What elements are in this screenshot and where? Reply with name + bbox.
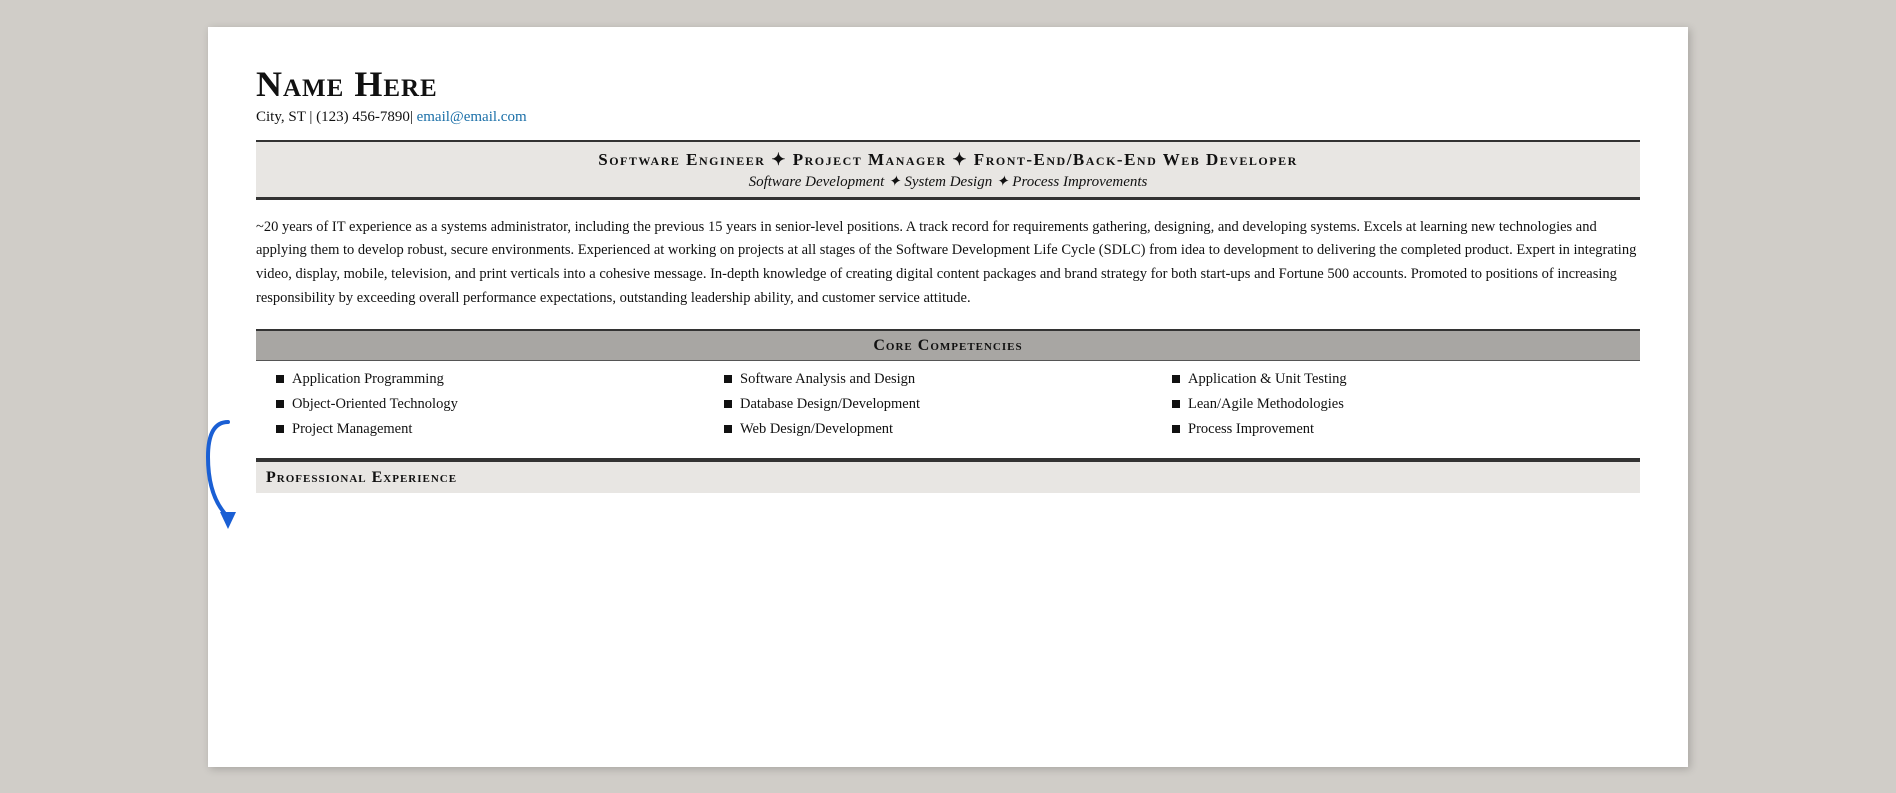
header-contact: City, ST | (123) 456-7890| email@email.c…	[256, 109, 1640, 126]
competencies-header: Core Competencies	[256, 331, 1640, 361]
banner-separator	[256, 198, 1640, 200]
competency-label: Lean/Agile Methodologies	[1188, 396, 1344, 413]
title-banner-line1: Software Engineer ✦ Project Manager ✦ Fr…	[266, 150, 1630, 170]
competencies-col-3: Application & Unit Testing Lean/Agile Me…	[1172, 371, 1620, 446]
competency-label: Software Analysis and Design	[740, 371, 915, 388]
bullet-icon	[276, 375, 284, 383]
list-item: Lean/Agile Methodologies	[1172, 396, 1620, 413]
bullet-icon	[724, 425, 732, 433]
list-item: Process Improvement	[1172, 421, 1620, 438]
bullet-icon	[276, 400, 284, 408]
competency-label: Application Programming	[292, 371, 444, 388]
bullet-icon	[724, 400, 732, 408]
competencies-grid: Application Programming Object-Oriented …	[256, 361, 1640, 458]
bullet-icon	[724, 375, 732, 383]
resume-page: Name Here City, ST | (123) 456-7890| ema…	[208, 27, 1688, 767]
resume-name: Name Here	[256, 63, 1640, 105]
list-item: Web Design/Development	[724, 421, 1172, 438]
list-item: Application Programming	[276, 371, 724, 388]
list-item: Object-Oriented Technology	[276, 396, 724, 413]
competencies-section: Core Competencies Application Programmin…	[256, 329, 1640, 460]
list-item: Application & Unit Testing	[1172, 371, 1620, 388]
summary-paragraph: ~20 years of IT experience as a systems …	[256, 216, 1640, 312]
competencies-header-text: Core Competencies	[873, 337, 1022, 354]
title-banner-line2: Software Development ✦ System Design ✦ P…	[266, 172, 1630, 191]
bullet-icon	[1172, 425, 1180, 433]
competency-label: Process Improvement	[1188, 421, 1314, 438]
competencies-col-2: Software Analysis and Design Database De…	[724, 371, 1172, 446]
professional-experience-section: Professional Experience	[256, 460, 1640, 493]
bullet-icon	[1172, 375, 1180, 383]
competencies-col-1: Application Programming Object-Oriented …	[276, 371, 724, 446]
email-link[interactable]: email@email.com	[417, 109, 527, 125]
competency-label: Web Design/Development	[740, 421, 893, 438]
competency-label: Project Management	[292, 421, 412, 438]
list-item: Project Management	[276, 421, 724, 438]
competency-label: Database Design/Development	[740, 396, 920, 413]
list-item: Software Analysis and Design	[724, 371, 1172, 388]
professional-experience-title: Professional Experience	[266, 469, 457, 486]
professional-experience-header: Professional Experience	[256, 460, 1640, 493]
annotation-arrow	[198, 417, 248, 537]
bullet-icon	[1172, 400, 1180, 408]
list-item: Database Design/Development	[724, 396, 1172, 413]
bullet-icon	[276, 425, 284, 433]
title-banner: Software Engineer ✦ Project Manager ✦ Fr…	[256, 140, 1640, 198]
competency-label: Object-Oriented Technology	[292, 396, 458, 413]
contact-info: City, ST | (123) 456-7890|	[256, 109, 413, 125]
competency-label: Application & Unit Testing	[1188, 371, 1347, 388]
